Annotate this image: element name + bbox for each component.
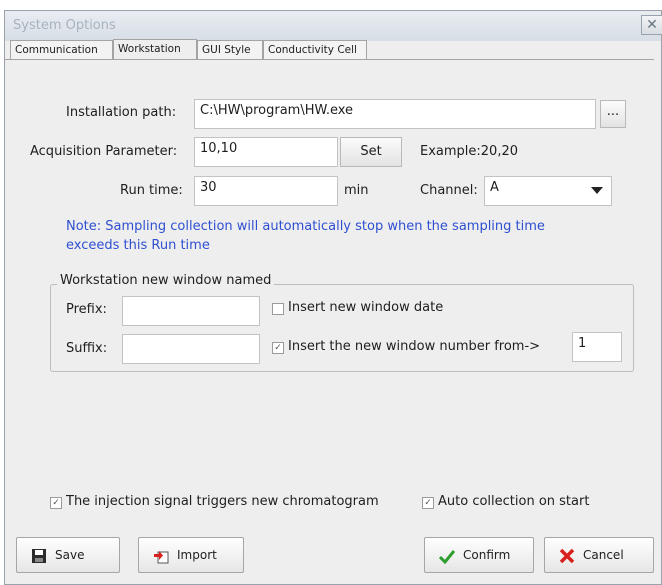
tab-conductivity-cell[interactable]: Conductivity Cell <box>263 40 367 59</box>
insert-number-label: Insert the new window number from-> <box>288 339 541 354</box>
suffix-input[interactable] <box>122 334 260 364</box>
confirm-label: Confirm <box>463 548 511 562</box>
browse-button[interactable]: ... <box>600 100 626 128</box>
insert-date-checkbox[interactable] <box>272 303 284 315</box>
cancel-button[interactable]: Cancel <box>544 537 654 573</box>
acquisition-parameter-label: Acquisition Parameter: <box>30 144 178 159</box>
channel-select[interactable]: A <box>484 176 612 206</box>
import-icon <box>153 548 169 564</box>
save-label: Save <box>55 548 85 562</box>
run-time-note: Note: Sampling collection will automatic… <box>66 217 545 255</box>
injection-trigger-label: The injection signal triggers new chroma… <box>66 494 379 509</box>
auto-collection-label: Auto collection on start <box>438 494 590 509</box>
run-time-unit: min <box>344 183 369 198</box>
import-label: Import <box>177 548 217 562</box>
insert-number-value: 1 <box>578 336 587 351</box>
note-line-1: Note: Sampling collection will automatic… <box>66 219 545 234</box>
installation-path-label: Installation path: <box>66 105 177 120</box>
title-bar[interactable]: System Options ✕ <box>5 11 662 41</box>
note-line-2: exceeds this Run time <box>66 238 210 253</box>
channel-label: Channel: <box>420 183 478 198</box>
acquisition-parameter-value: 10,10 <box>200 141 238 156</box>
insert-date-label: Insert new window date <box>288 300 444 315</box>
injection-trigger-checkbox[interactable]: ✓ <box>50 497 62 509</box>
set-button[interactable]: Set <box>340 137 402 167</box>
confirm-button[interactable]: Confirm <box>424 537 534 573</box>
cancel-label: Cancel <box>583 548 624 562</box>
chevron-down-icon <box>591 187 603 194</box>
installation-path-input[interactable]: C:\HW\program\HW.exe <box>194 99 596 129</box>
import-button[interactable]: Import <box>138 537 244 573</box>
run-time-label: Run time: <box>120 183 183 198</box>
window-title: System Options <box>13 18 116 33</box>
save-icon <box>31 548 47 564</box>
insert-number-input[interactable]: 1 <box>572 332 622 362</box>
acquisition-example: Example:20,20 <box>420 144 518 159</box>
suffix-label: Suffix: <box>66 341 108 356</box>
acquisition-parameter-input[interactable]: 10,10 <box>194 137 338 167</box>
checkmark-icon <box>438 548 456 565</box>
close-icon[interactable]: ✕ <box>641 15 662 35</box>
channel-selected-value: A <box>490 180 499 195</box>
tab-gui-style[interactable]: GUI Style <box>197 40 263 59</box>
cancel-x-icon <box>559 548 575 564</box>
prefix-label: Prefix: <box>66 302 107 317</box>
tab-communication[interactable]: Communication <box>10 40 113 59</box>
insert-number-checkbox[interactable]: ✓ <box>272 342 284 354</box>
run-time-input[interactable]: 30 <box>194 176 338 206</box>
run-time-value: 30 <box>200 180 217 195</box>
installation-path-value: C:\HW\program\HW.exe <box>200 103 354 118</box>
save-button[interactable]: Save <box>16 537 120 573</box>
new-window-group-title: Workstation new window named <box>57 273 275 288</box>
tab-workstation[interactable]: Workstation <box>113 39 197 60</box>
auto-collection-checkbox[interactable]: ✓ <box>422 497 434 509</box>
prefix-input[interactable] <box>122 296 260 326</box>
